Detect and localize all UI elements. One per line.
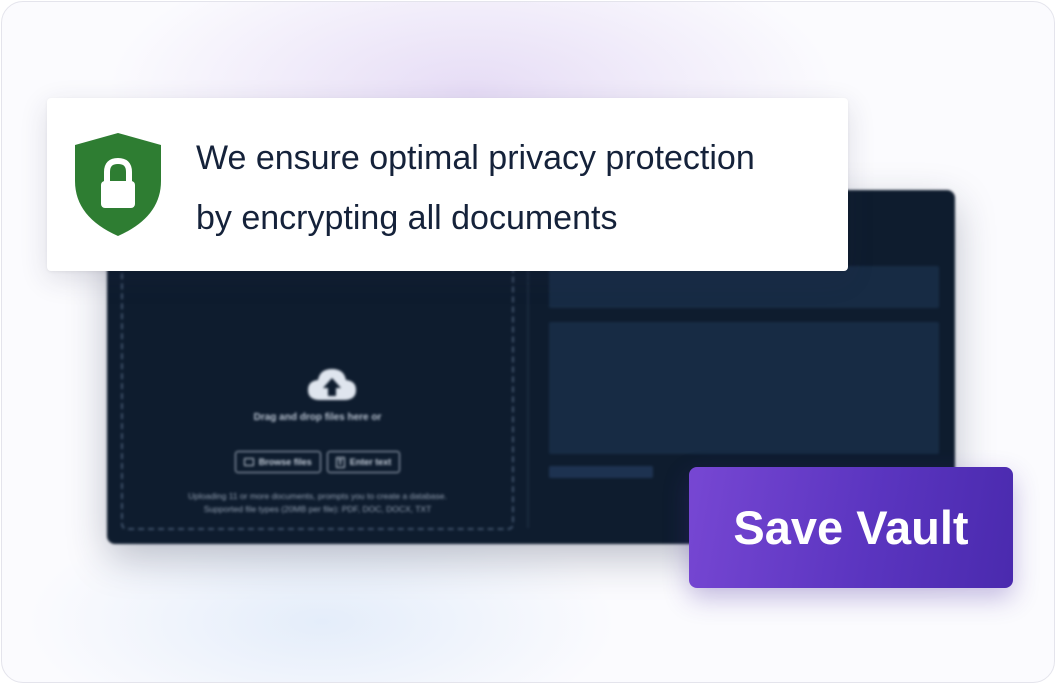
upload-actions: Browse files T Enter text (123, 451, 512, 473)
folder-icon (243, 458, 254, 466)
shield-lock-icon (75, 133, 161, 236)
file-dropzone[interactable]: Drag and drop files here or Browse files… (121, 230, 514, 530)
panel-divider (527, 268, 529, 528)
enter-text-button[interactable]: T Enter text (326, 451, 401, 473)
upload-note-line1: Uploading 11 or more documents, prompts … (188, 491, 447, 501)
privacy-line-2: by encrypting all documents (196, 199, 618, 237)
drop-instructions: Drag and drop files here or (253, 412, 382, 423)
vault-description-field[interactable] (549, 322, 939, 454)
privacy-line-1: We ensure optimal privacy protection (196, 139, 755, 177)
enter-text-label: Enter text (349, 457, 392, 467)
browse-files-label: Browse files (258, 457, 312, 467)
upload-note-line2: Supported file types (20MB per file): PD… (203, 504, 432, 514)
upload-note: Uploading 11 or more documents, prompts … (123, 490, 512, 516)
browse-files-button[interactable]: Browse files (234, 451, 321, 473)
vault-name-field[interactable] (549, 266, 939, 308)
privacy-message: We ensure optimal privacy protection by … (196, 128, 826, 248)
cloud-upload-icon (308, 369, 356, 400)
field-hint-bar (549, 466, 653, 478)
privacy-notice-card: We ensure optimal privacy protection by … (47, 98, 848, 271)
card-frame: Drag and drop files here or Browse files… (1, 1, 1055, 683)
text-icon: T (335, 456, 345, 468)
save-vault-button[interactable]: Save Vault (689, 467, 1013, 588)
